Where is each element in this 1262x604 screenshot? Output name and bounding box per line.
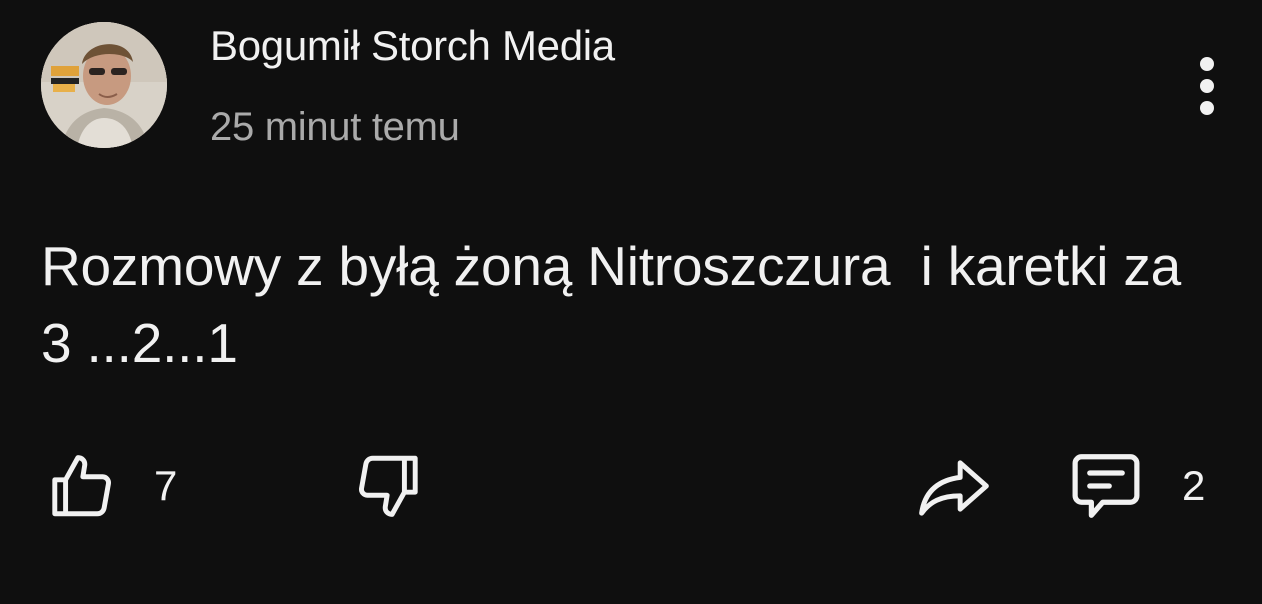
avatar[interactable] (41, 22, 167, 148)
post-timestamp: 25 minut temu (210, 105, 460, 149)
more-options-button[interactable] (1180, 50, 1234, 122)
thumbs-up-icon (52, 455, 111, 517)
thumbs-down-icon (359, 455, 418, 517)
post-text: Rozmowy z byłą żoną Nitroszczura i karet… (41, 235, 1197, 374)
comment-count: 2 (1182, 462, 1206, 509)
like-button[interactable]: 7 (44, 446, 177, 526)
comments-button[interactable]: 2 (1066, 446, 1205, 526)
more-vertical-icon (1200, 57, 1214, 115)
community-post: Bogumił Storch Media 25 minut temu Rozmo… (0, 0, 1262, 604)
like-count: 7 (154, 462, 178, 509)
author-name[interactable]: Bogumił Storch Media (210, 22, 615, 70)
dislike-button[interactable] (352, 446, 426, 526)
avatar-image (41, 22, 167, 148)
share-button[interactable] (912, 446, 996, 526)
comment-bubble-icon (1072, 454, 1140, 518)
share-arrow-icon (919, 460, 989, 516)
